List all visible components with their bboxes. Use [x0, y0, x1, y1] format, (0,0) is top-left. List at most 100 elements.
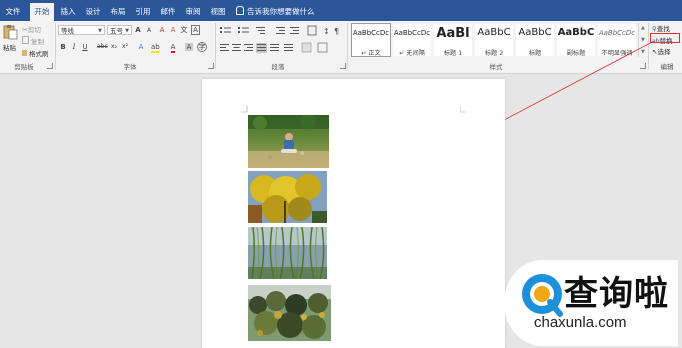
bold-icon[interactable]: B [59, 43, 67, 51]
style-name: 标题 2 [484, 50, 504, 57]
divider [55, 23, 56, 69]
style-heading-1[interactable]: AaBl 标题 1 [433, 23, 473, 57]
char-shading-icon[interactable]: A [185, 43, 193, 51]
margin-mark [241, 106, 248, 113]
editing-group-label: 编辑 [660, 63, 674, 71]
style-preview: AaBbCcDc [352, 29, 390, 37]
style-preview: AaBl [436, 26, 470, 41]
font-launcher-icon[interactable] [208, 63, 214, 69]
style-name: 不明显强调 [601, 50, 633, 57]
style-no-spacing[interactable]: AaBbCcDc ↵ 无间隔 [392, 23, 432, 57]
paste-label: 粘贴 [3, 44, 16, 52]
tell-me-text: 告诉我你想要做什么 [247, 7, 315, 16]
svg-text:↕: ↕ [323, 27, 330, 36]
photo-foliage[interactable] [248, 285, 331, 341]
clipboard-group-label: 剪贴板 [14, 63, 34, 71]
brush-icon [22, 50, 27, 56]
divider [215, 23, 216, 69]
change-case-icon[interactable]: A [158, 26, 166, 34]
style-subtitle[interactable]: AaBbC 副标题 [556, 23, 596, 57]
strikethrough-icon[interactable]: abc [97, 43, 108, 51]
margin-mark [460, 106, 466, 113]
tab-file[interactable]: 文件 [0, 3, 26, 21]
select-button[interactable]: ↖选择 [652, 46, 670, 56]
format-painter-button[interactable]: 格式刷 [22, 48, 49, 58]
styles-group-label: 样式 [489, 63, 503, 71]
ribbon: 粘贴 ✂剪切 复制 格式刷 剪贴板 等线 ▼ 五号 ▼ A A A A 文 A B … [0, 21, 682, 74]
photo-willow-tree[interactable] [248, 227, 327, 279]
style-name: 标题 [528, 50, 542, 57]
tab-design[interactable]: 设计 [82, 3, 104, 21]
styles-scroll[interactable]: ▲ ▼ ▼ [638, 23, 647, 57]
divider [347, 23, 348, 69]
annotation-highlight-box [650, 33, 680, 43]
copy-label: 复制 [31, 38, 44, 46]
font-family-value: 等线 [61, 27, 74, 35]
style-preview: AaBbC [518, 27, 552, 38]
font-size-select[interactable]: 五号 ▼ [107, 25, 132, 35]
copy-button[interactable]: 复制 [22, 36, 44, 46]
style-subtle-emphasis[interactable]: AaBbCcDc 不明显强调 [597, 23, 637, 57]
tab-home[interactable]: 开始 [30, 3, 54, 21]
style-name: 标题 1 [443, 50, 463, 57]
highlight-icon[interactable]: ab [151, 43, 160, 53]
style-preview: AaBbC [477, 27, 511, 38]
font-size-value: 五号 [110, 27, 123, 35]
find-button[interactable]: ⚲查找 [652, 23, 670, 33]
grow-font-icon[interactable]: A [134, 26, 142, 34]
subscript-icon[interactable]: x₂ [110, 43, 118, 51]
clear-format-icon[interactable]: A [169, 26, 177, 34]
more-styles-icon[interactable]: ▼ [641, 49, 645, 55]
style-name: 副标题 [566, 50, 586, 57]
font-family-select[interactable]: 等线 ▼ [58, 25, 105, 35]
scroll-up-icon[interactable]: ▲ [641, 25, 645, 31]
italic-icon[interactable]: I [70, 43, 78, 51]
find-label: 查找 [656, 25, 670, 33]
font-color-icon[interactable]: A [169, 43, 177, 53]
photo-yellow-tree[interactable] [248, 171, 327, 223]
style-normal[interactable]: AaBbCcDc ↵ 正文 [351, 23, 391, 57]
style-preview: AaBbCcDc [393, 29, 431, 37]
cut-button[interactable]: ✂剪切 [22, 24, 41, 34]
lightbulb-icon [236, 6, 244, 15]
style-name: ↵ 无间隔 [399, 50, 425, 57]
tab-view[interactable]: 视图 [207, 3, 229, 21]
paste-button[interactable]: 粘贴 [2, 24, 18, 52]
cut-label: 剪切 [27, 26, 41, 34]
tab-references[interactable]: 引用 [132, 3, 154, 21]
style-preview: AaBbCcDc [598, 29, 636, 37]
enclose-char-icon[interactable]: 字 [197, 42, 207, 52]
chevron-down-icon: ▼ [98, 28, 102, 34]
clipboard-launcher-icon[interactable] [47, 63, 53, 69]
paste-icon [3, 25, 18, 40]
tab-layout[interactable]: 布局 [107, 3, 129, 21]
paragraph-group-label: 段落 [271, 63, 285, 71]
watermark-logo: 查询啦 chaxunla.com [502, 258, 682, 348]
scroll-down-icon[interactable]: ▼ [641, 37, 645, 43]
ribbon-tab-bar: 文件 开始 插入 设计 布局 引用 邮件 审阅 视图 告诉我你想要做什么 [0, 0, 682, 21]
tell-me-box[interactable]: 告诉我你想要做什么 [236, 3, 315, 21]
underline-icon[interactable]: U [81, 43, 89, 51]
style-title[interactable]: AaBbC 标题 [515, 23, 555, 57]
svg-text:¶: ¶ [334, 27, 339, 36]
divider [648, 23, 649, 69]
paragraph-launcher-icon[interactable] [340, 63, 346, 69]
font-group-label: 字体 [123, 63, 137, 71]
document-page[interactable] [202, 79, 505, 348]
phonetic-guide-icon[interactable]: 文 [180, 26, 188, 34]
text-effects-icon[interactable]: A [137, 43, 145, 51]
styles-launcher-icon[interactable] [640, 63, 646, 69]
tab-mailings[interactable]: 邮件 [157, 3, 179, 21]
tab-insert[interactable]: 插入 [57, 3, 79, 21]
copy-icon [22, 36, 29, 44]
watermark-domain: chaxunla.com [534, 314, 627, 331]
photo-child-on-grass[interactable] [248, 115, 329, 168]
style-preview: AaBbC [557, 27, 595, 38]
tab-review[interactable]: 审阅 [182, 3, 204, 21]
format-painter-label: 格式刷 [29, 50, 49, 58]
superscript-icon[interactable]: x² [121, 43, 129, 51]
style-name: ↵ 正文 [361, 50, 381, 57]
style-heading-2[interactable]: AaBbC 标题 2 [474, 23, 514, 57]
char-border-icon[interactable]: A [191, 25, 200, 35]
shrink-font-icon[interactable]: A [145, 27, 153, 35]
